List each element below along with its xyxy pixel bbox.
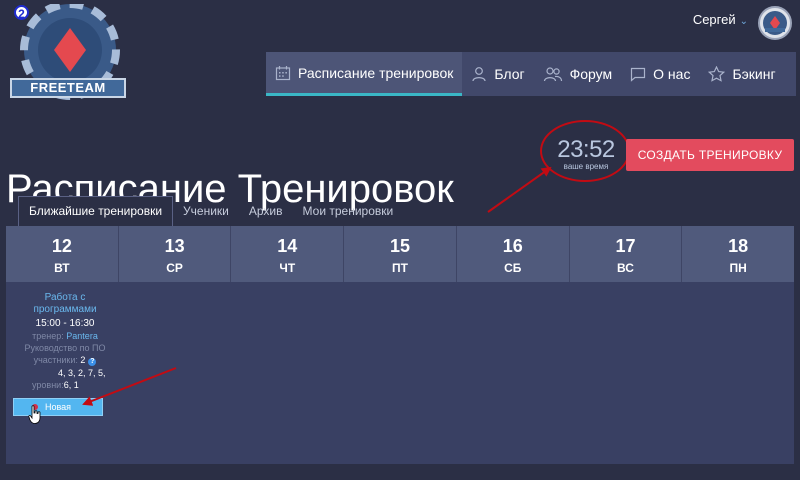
day-column-header: 12 ВТ (6, 226, 119, 282)
day-number: 16 (502, 236, 523, 256)
new-status-button[interactable]: Новая (13, 398, 103, 416)
event-levels-line: 4, 3, 2, 7, 5, (58, 368, 106, 378)
event-subtitle: Руководство по ПО (24, 343, 106, 353)
nav-item-label: Блог (494, 66, 525, 82)
tab-archive[interactable]: Архив (239, 196, 293, 226)
event-time: 15:00 - 16:30 (35, 318, 95, 329)
tab-upcoming[interactable]: Ближайшие тренировки (18, 196, 174, 226)
event-levels-row: уровни:6, 1 (32, 380, 116, 390)
event-title-line: программами (33, 304, 97, 315)
new-status-label: Новая (44, 402, 72, 412)
user-name: Сергей (692, 12, 736, 27)
day-of-week: ВТ (54, 261, 70, 275)
nav-item-schedule[interactable]: Расписание тренировок (266, 52, 463, 96)
day-of-week: ЧТ (279, 261, 296, 275)
logo[interactable]: 2 FREETEAM (8, 0, 128, 104)
week-calendar: 12 ВТ 13 СР 14 ЧТ 15 ПТ 16 СБ 17 ВС 18 ПН Работ… (6, 226, 794, 464)
day-number: 14 (277, 236, 298, 256)
day-of-week: ПН (729, 261, 747, 275)
day-number: 17 (615, 236, 636, 256)
day-number: 12 (51, 236, 72, 256)
nav-item-about[interactable]: О нас (621, 52, 699, 96)
event-coach-row: тренер: Pantera (14, 331, 116, 341)
schedule-tabs: Ближайшие тренировки Ученики Архив Мои т… (18, 196, 403, 226)
calendar-icon (275, 65, 291, 80)
avatar-logo-icon (763, 11, 787, 35)
participants-label: участники: (33, 355, 78, 365)
levels-values: 6, 1 (63, 380, 79, 390)
users-icon (543, 67, 562, 82)
user-icon (472, 67, 486, 82)
coach-label: тренер: (32, 331, 64, 341)
annotation-arrow-clock (487, 166, 552, 213)
nav-item-label: Форум (569, 66, 613, 82)
day-column-header: 16 СБ (457, 226, 570, 282)
logo-text: FREETEAM (10, 78, 126, 98)
day-header-row: 12 ВТ 13 СР 14 ЧТ 15 ПТ 16 СБ 17 ВС 18 ПН (6, 226, 794, 282)
day-of-week: ПТ (392, 261, 408, 275)
day-column-header: 15 ПТ (344, 226, 457, 282)
day-of-week: СР (166, 261, 183, 275)
day-column-header: 14 ЧТ (231, 226, 345, 282)
levels-label: уровни: (32, 380, 64, 390)
hand-cursor-icon (28, 405, 41, 424)
main-nav: Расписание тренировок Блог Форум О нас Б… (266, 52, 796, 96)
help-icon[interactable]: ? (88, 358, 97, 366)
nav-item-label: Расписание тренировок (298, 64, 454, 81)
avatar[interactable] (758, 6, 792, 40)
day-number: 13 (164, 236, 185, 256)
nav-item-forum[interactable]: Форум (534, 52, 622, 96)
user-menu[interactable]: Сергей ⌄ (693, 12, 748, 27)
participants-count: 2 (80, 355, 86, 365)
day-number: 18 (728, 236, 749, 256)
create-training-button[interactable]: СОЗДАТЬ ТРЕНИРОВКУ (626, 139, 794, 171)
day-of-week: СБ (504, 261, 522, 275)
coach-name-link[interactable]: Pantera (66, 331, 98, 341)
nav-item-backing[interactable]: Бэкинг (699, 52, 784, 96)
tab-students[interactable]: Ученики (173, 196, 239, 226)
day-column-header: 13 СР (119, 226, 232, 282)
event-title-line: Работа с (44, 292, 86, 303)
annotation-circle (540, 120, 630, 182)
chevron-down-icon: ⌄ (739, 16, 748, 27)
tab-my-trainings[interactable]: Мои тренировки (293, 196, 404, 226)
event-title-link[interactable]: Работа с программами (14, 292, 116, 316)
day-of-week: ВС (617, 261, 634, 275)
day-number: 15 (390, 236, 411, 256)
star-icon (708, 66, 726, 82)
nav-item-blog[interactable]: Блог (462, 52, 533, 96)
event-participants-row: участники: 2? (14, 355, 116, 366)
training-event: Работа с программами 15:00 - 16:30 тренер… (14, 292, 116, 390)
day-column-header: 18 ПН (682, 226, 794, 282)
nav-item-label: Бэкинг (732, 66, 776, 82)
nav-item-label: О нас (653, 66, 691, 82)
day-column-header: 17 ВС (570, 226, 683, 282)
message-icon (631, 67, 646, 82)
notification-badge: 2 (14, 5, 29, 21)
